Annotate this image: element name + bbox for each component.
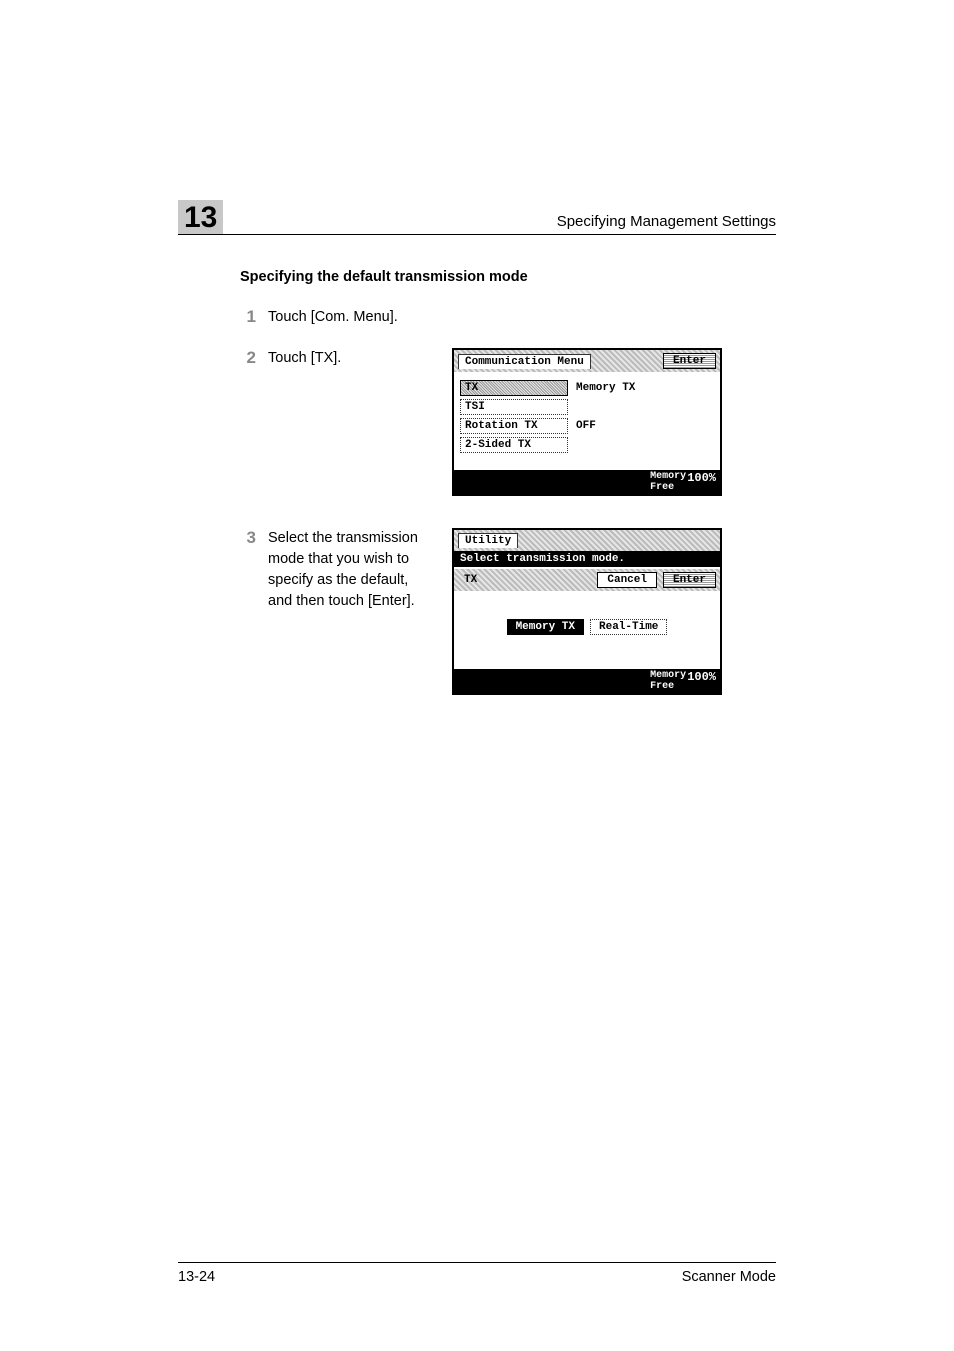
step-number: 1: [240, 307, 256, 327]
option-rotation-tx[interactable]: Rotation TX: [460, 418, 568, 434]
header-title: Specifying Management Settings: [557, 213, 776, 234]
step-2-row: 2 Touch [TX]. Communication Menu Enter T…: [240, 348, 776, 496]
option-tx[interactable]: TX: [460, 380, 568, 396]
option-rotation-tx-value: OFF: [572, 420, 596, 432]
cancel-button[interactable]: Cancel: [597, 572, 657, 588]
page-number: 13-24: [178, 1269, 215, 1285]
chapter-number: 13: [178, 200, 223, 234]
instruction-bar: Select transmission mode.: [454, 551, 720, 567]
option-2sided-tx[interactable]: 2-Sided TX: [460, 437, 568, 453]
sub-label-tx: TX: [458, 573, 483, 587]
step-number: 2: [240, 348, 256, 369]
section-title: Specifying the default transmission mode: [240, 269, 776, 285]
memory-label: Memory: [650, 471, 686, 482]
option-tsi[interactable]: TSI: [460, 399, 568, 415]
free-label: Free: [650, 482, 674, 493]
mode-real-time[interactable]: Real-Time: [590, 619, 667, 635]
step-number: 3: [240, 528, 256, 612]
step-text: Touch [TX].: [268, 348, 434, 369]
figure-transmission-mode: Utility Select transmission mode. TX Can…: [452, 528, 722, 695]
footer-mode-label: Scanner Mode: [682, 1269, 776, 1285]
memory-free-percent: 100%: [687, 471, 716, 493]
enter-button[interactable]: Enter: [663, 353, 716, 369]
step-3-row: 3 Select the transmission mode that you …: [240, 528, 776, 695]
page-footer: 13-24 Scanner Mode: [178, 1262, 776, 1285]
memory-label: Memory: [650, 670, 686, 681]
enter-button[interactable]: Enter: [663, 572, 716, 588]
step-1: 1 Touch [Com. Menu].: [240, 307, 776, 328]
free-label: Free: [650, 681, 674, 692]
figure-communication-menu: Communication Menu Enter TX Memory TX TS…: [452, 348, 722, 496]
memory-free-percent: 100%: [687, 670, 716, 692]
step-text: Touch [Com. Menu].: [268, 307, 776, 328]
step-text: Select the transmission mode that you wi…: [268, 528, 434, 612]
figure-header-tab: Communication Menu: [458, 354, 591, 369]
mode-options: Memory TX Real-Time: [454, 591, 720, 669]
options-list: TX Memory TX TSI Rotation TX OFF 2-Sided…: [460, 380, 714, 453]
mode-memory-tx[interactable]: Memory TX: [507, 619, 584, 635]
figure-header-tab: Utility: [458, 533, 518, 548]
option-tx-value: Memory TX: [572, 382, 635, 394]
